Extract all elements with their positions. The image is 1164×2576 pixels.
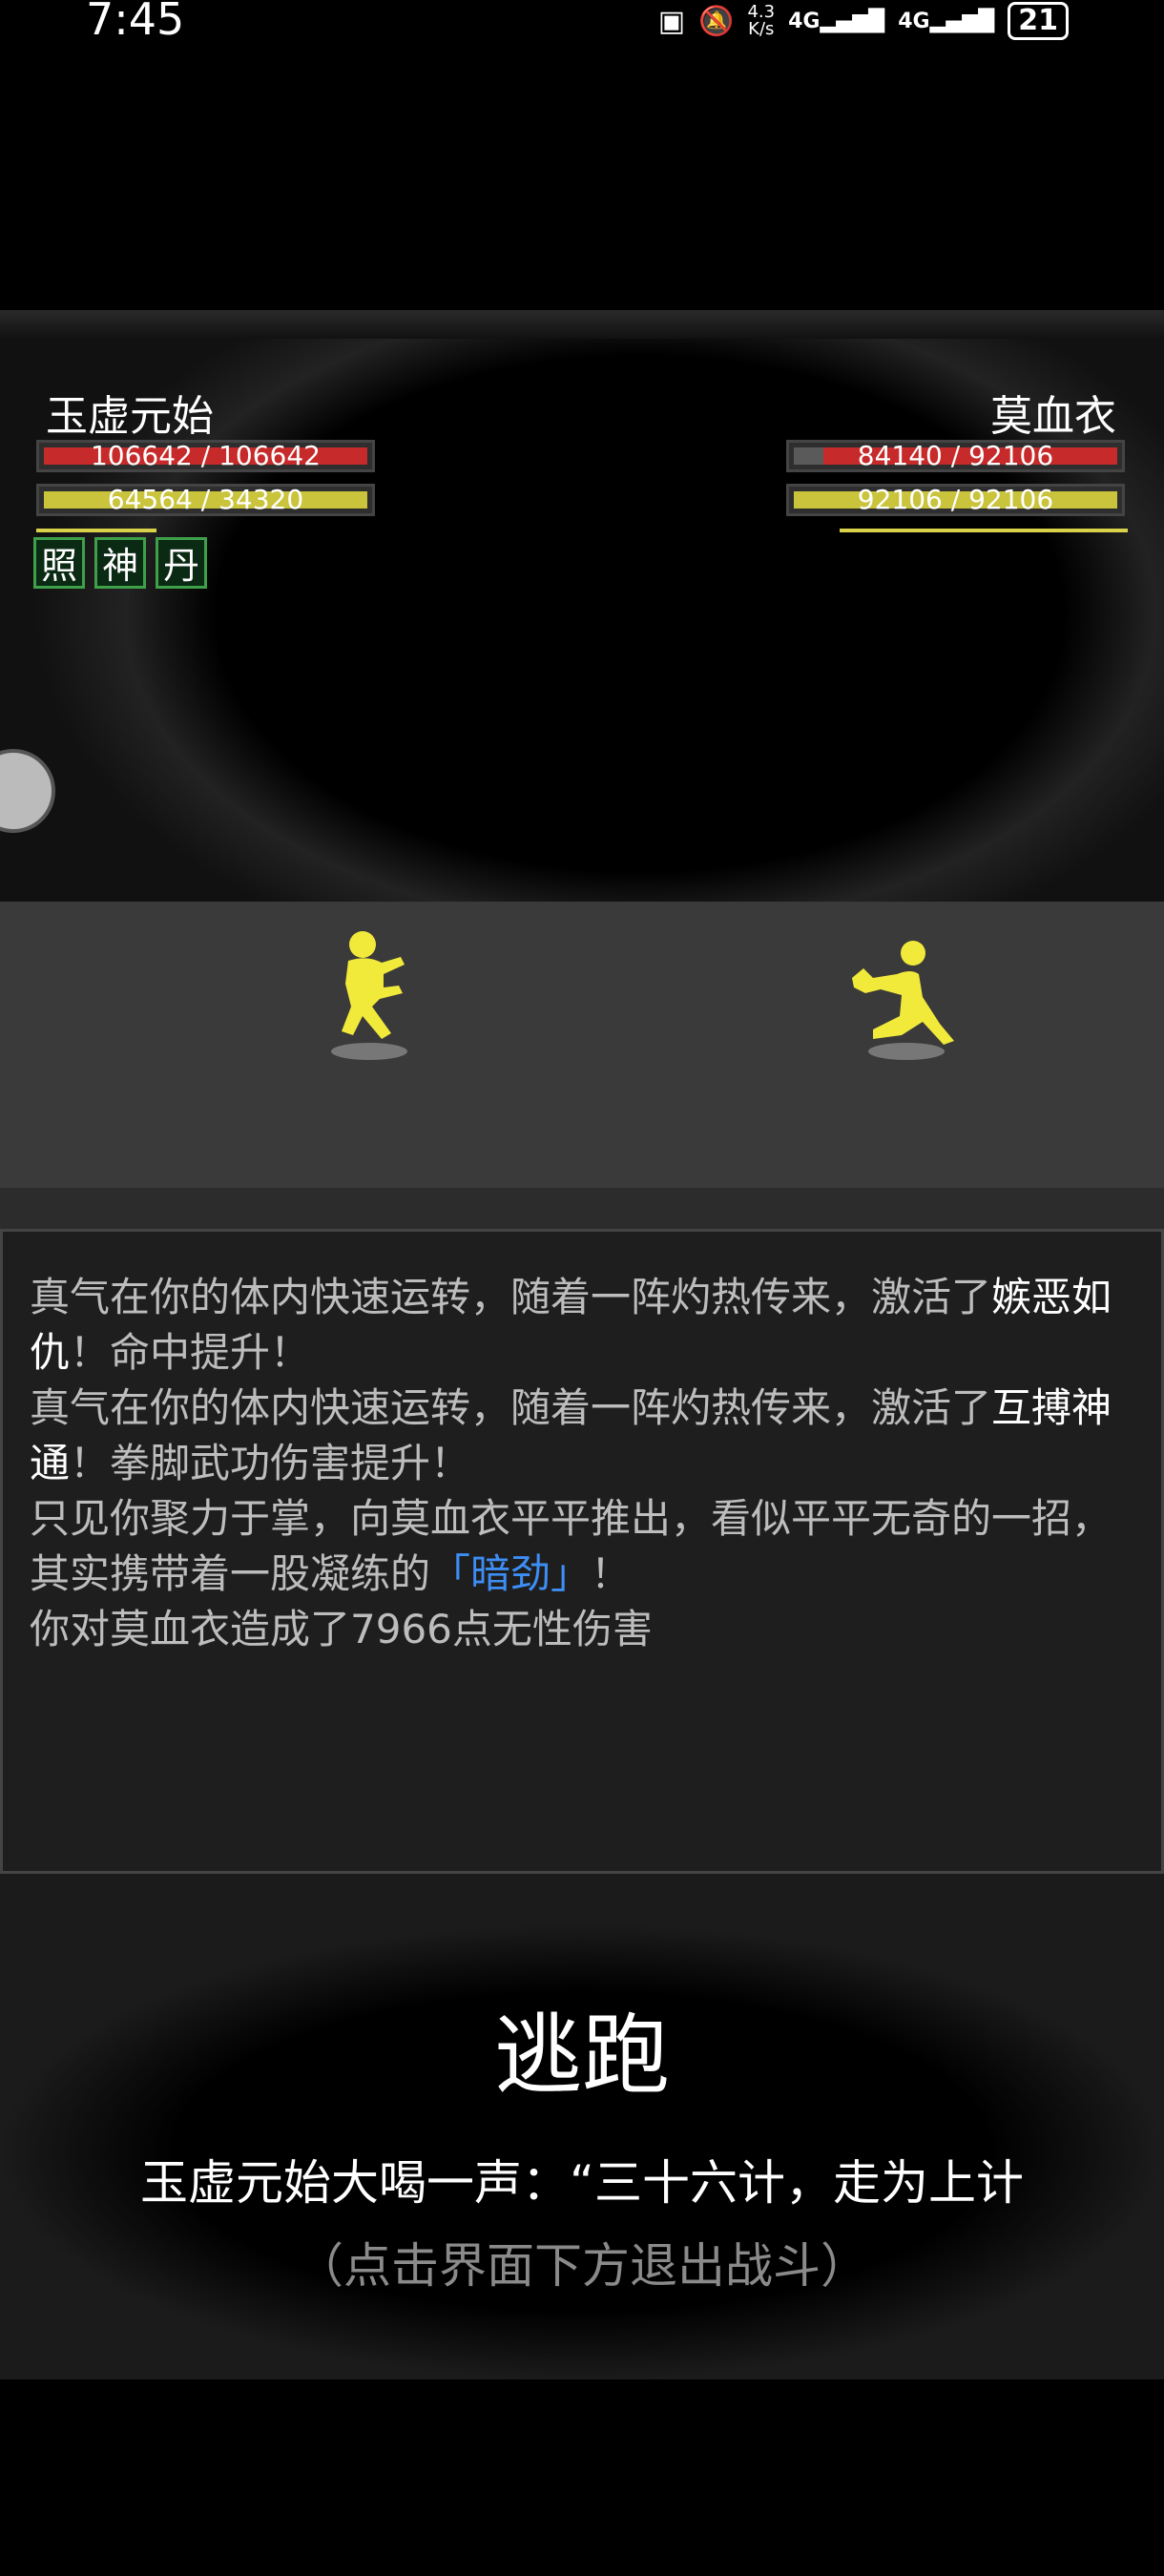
enemy-name: 莫血衣: [990, 392, 1116, 441]
player-name: 玉虚元始: [46, 392, 214, 441]
enemy-charge-line: [840, 529, 1128, 532]
signal-4g-icon-2: 4G▂▄▆█: [898, 9, 995, 33]
mute-bell-icon: 🔕: [698, 4, 735, 38]
log-highlight: 「暗劲」: [430, 1550, 592, 1597]
player-mp-bar: 64564 / 34320: [36, 484, 375, 516]
battle-ground: [0, 902, 1164, 1231]
player-hp-text: 106642 / 106642: [90, 440, 321, 471]
player-buffs: 照 神 丹: [33, 537, 207, 589]
status-time: 7:45: [86, 0, 185, 45]
player-hp-bar: 106642 / 106642: [36, 440, 375, 472]
ground-edge: [0, 1188, 1164, 1231]
battery-icon: 21: [1008, 2, 1069, 40]
enemy-hp-bar: 84140 / 92106: [786, 440, 1125, 472]
exit-area[interactable]: [0, 2379, 1164, 2576]
log-line-3: 只见你聚力于掌，向莫血衣平平推出，看似平平无奇的一招，其实携带着一股凝练的「暗劲…: [30, 1495, 1112, 1597]
buff-icon-shen[interactable]: 神: [94, 537, 146, 589]
enemy-hp-text: 84140 / 92106: [857, 440, 1054, 471]
scene-border: [0, 310, 1164, 339]
escape-panel[interactable]: [0, 1874, 1164, 2379]
buff-icon-dan[interactable]: 丹: [156, 537, 207, 589]
nfc-icon: ▣: [657, 4, 686, 38]
log-line-4: 你对莫血衣造成了7966点无性伤害: [30, 1606, 653, 1652]
buff-icon-zhao[interactable]: 照: [33, 537, 85, 589]
status-icons: ▣ 🔕 4.3 K/s 4G▂▄▆█ 4G▂▄▆█ 21: [658, 2, 1069, 40]
network-speed: 4.3 K/s: [747, 4, 775, 38]
battle-scene: 玉虚元始 莫血衣 106642 / 106642 64564 / 34320 照…: [0, 310, 1164, 1231]
player-charge-line: [36, 529, 156, 532]
enemy-mp-bar: 92106 / 92106: [786, 484, 1125, 516]
exit-battle-hint[interactable]: （点击界面下方退出战斗）: [0, 2228, 1164, 2296]
signal-4g-icon: 4G▂▄▆█: [788, 9, 885, 33]
side-menu-disc[interactable]: [0, 749, 55, 833]
speed-unit: K/s: [748, 19, 775, 39]
escape-title: 逃跑: [493, 2005, 670, 2107]
enemy-mp-text: 92106 / 92106: [857, 484, 1054, 515]
escape-message: 玉虚元始大喝一声：“三十六计，走为上计: [140, 2155, 1024, 2211]
log-line-1: 真气在你的体内快速运转，随着一阵灼热传来，激活了嫉恶如仇！命中提升！: [30, 1274, 1112, 1376]
enemy-fighter-icon: [852, 941, 954, 1045]
player-mp-text: 64564 / 34320: [107, 484, 304, 515]
battle-log[interactable]: 真气在你的体内快速运转，随着一阵灼热传来，激活了嫉恶如仇！命中提升！ 真气在你的…: [0, 1229, 1164, 1874]
log-line-2: 真气在你的体内快速运转，随着一阵灼热传来，激活了互搏神通！拳脚武功伤害提升！: [30, 1384, 1112, 1486]
player-fighter-icon: [342, 931, 405, 1039]
status-bar: 7:45 ▣ 🔕 4.3 K/s 4G▂▄▆█ 4G▂▄▆█ 21: [0, 0, 1164, 57]
